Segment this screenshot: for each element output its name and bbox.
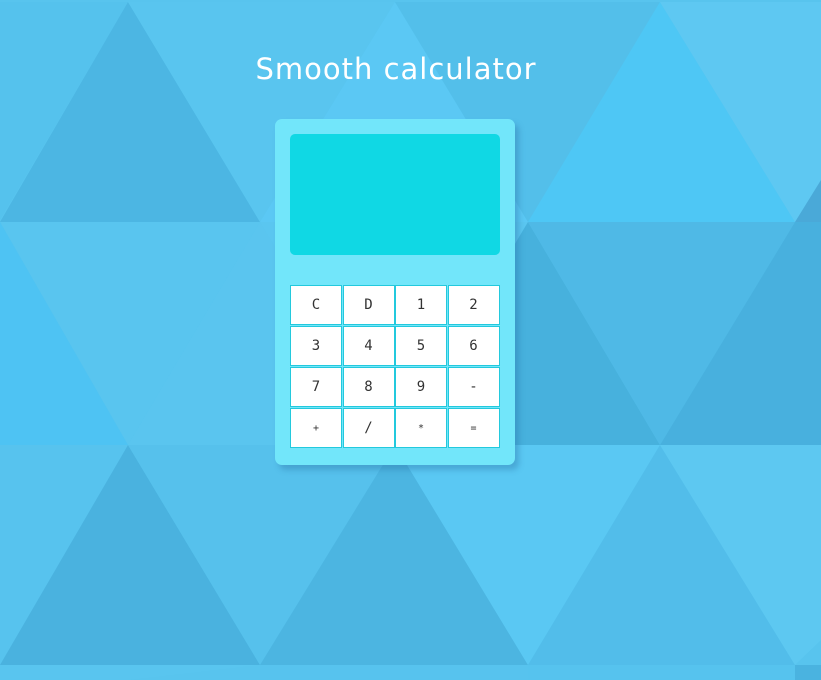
key-7[interactable]: 7 <box>290 367 342 407</box>
key-multiply[interactable]: * <box>395 408 447 448</box>
key-plus[interactable]: + <box>290 408 342 448</box>
calculator-display <box>290 134 500 255</box>
key-delete[interactable]: D <box>342 285 395 325</box>
key-3[interactable]: 3 <box>290 326 342 366</box>
key-1[interactable]: 1 <box>395 285 447 325</box>
key-2[interactable]: 2 <box>447 285 500 325</box>
key-4[interactable]: 4 <box>342 326 395 366</box>
key-9[interactable]: 9 <box>395 367 447 407</box>
key-minus[interactable]: - <box>447 367 500 407</box>
keypad: C D 1 2 3 4 5 6 7 8 9 - + / * = <box>290 285 500 449</box>
key-equals[interactable]: = <box>447 408 500 448</box>
key-clear[interactable]: C <box>290 285 342 325</box>
key-6[interactable]: 6 <box>447 326 500 366</box>
key-8[interactable]: 8 <box>342 367 395 407</box>
key-divide[interactable]: / <box>342 408 395 448</box>
calculator: C D 1 2 3 4 5 6 7 8 9 - + / * = <box>275 119 515 465</box>
page-title: Smooth calculator <box>255 52 537 86</box>
key-5[interactable]: 5 <box>395 326 447 366</box>
